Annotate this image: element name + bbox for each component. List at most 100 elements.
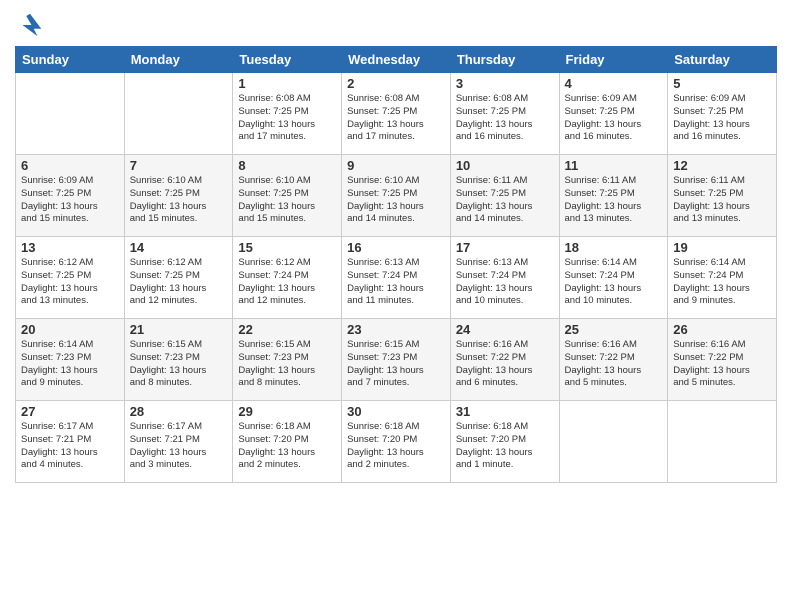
calendar-cell (668, 401, 777, 483)
day-info: Sunrise: 6:12 AM Sunset: 7:25 PM Dayligh… (130, 257, 228, 308)
calendar-cell: 20 Sunrise: 6:14 AM Sunset: 7:23 PM Dayli… (16, 319, 125, 401)
day-number: 4 (565, 76, 663, 91)
day-number: 9 (347, 158, 445, 173)
week-row-1: 6 Sunrise: 6:09 AM Sunset: 7:25 PM Daylig… (16, 155, 777, 237)
day-info: Sunrise: 6:09 AM Sunset: 7:25 PM Dayligh… (21, 175, 119, 226)
day-number: 29 (238, 404, 336, 419)
day-info: Sunrise: 6:09 AM Sunset: 7:25 PM Dayligh… (673, 93, 771, 144)
day-info: Sunrise: 6:13 AM Sunset: 7:24 PM Dayligh… (456, 257, 554, 308)
calendar-cell: 14 Sunrise: 6:12 AM Sunset: 7:25 PM Dayli… (124, 237, 233, 319)
day-number: 31 (456, 404, 554, 419)
day-info: Sunrise: 6:11 AM Sunset: 7:25 PM Dayligh… (456, 175, 554, 226)
header-thursday: Thursday (450, 47, 559, 73)
header-friday: Friday (559, 47, 668, 73)
day-number: 30 (347, 404, 445, 419)
day-info: Sunrise: 6:08 AM Sunset: 7:25 PM Dayligh… (347, 93, 445, 144)
calendar-cell: 17Sunrise: 6:13 AM Sunset: 7:24 PM Dayli… (450, 237, 559, 319)
logo (15, 10, 49, 40)
calendar-cell: 8Sunrise: 6:10 AM Sunset: 7:25 PM Daylig… (233, 155, 342, 237)
header-saturday: Saturday (668, 47, 777, 73)
day-number: 11 (565, 158, 663, 173)
day-number: 2 (347, 76, 445, 91)
day-info: Sunrise: 6:13 AM Sunset: 7:24 PM Dayligh… (347, 257, 445, 308)
day-info: Sunrise: 6:15 AM Sunset: 7:23 PM Dayligh… (347, 339, 445, 390)
day-number: 19 (673, 240, 771, 255)
day-info: Sunrise: 6:10 AM Sunset: 7:25 PM Dayligh… (238, 175, 336, 226)
day-number: 18 (565, 240, 663, 255)
calendar-cell: 2 Sunrise: 6:08 AM Sunset: 7:25 PM Daylig… (342, 73, 451, 155)
calendar-cell: 27Sunrise: 6:17 AM Sunset: 7:21 PM Dayli… (16, 401, 125, 483)
logo-icon (15, 10, 45, 40)
day-info: Sunrise: 6:16 AM Sunset: 7:22 PM Dayligh… (673, 339, 771, 390)
week-row-2: 13 Sunrise: 6:12 AM Sunset: 7:25 PM Dayli… (16, 237, 777, 319)
day-info: Sunrise: 6:14 AM Sunset: 7:23 PM Dayligh… (21, 339, 119, 390)
page-header (15, 10, 777, 40)
day-number: 5 (673, 76, 771, 91)
day-info: Sunrise: 6:16 AM Sunset: 7:22 PM Dayligh… (456, 339, 554, 390)
day-number: 28 (130, 404, 228, 419)
calendar-cell: 25 Sunrise: 6:16 AM Sunset: 7:22 PM Dayli… (559, 319, 668, 401)
day-number: 12 (673, 158, 771, 173)
day-number: 21 (130, 322, 228, 337)
calendar-cell: 18 Sunrise: 6:14 AM Sunset: 7:24 PM Dayli… (559, 237, 668, 319)
day-info: Sunrise: 6:18 AM Sunset: 7:20 PM Dayligh… (238, 421, 336, 472)
day-info: Sunrise: 6:18 AM Sunset: 7:20 PM Dayligh… (347, 421, 445, 472)
calendar-cell: 24 Sunrise: 6:16 AM Sunset: 7:22 PM Dayli… (450, 319, 559, 401)
day-number: 27 (21, 404, 119, 419)
day-number: 24 (456, 322, 554, 337)
calendar-table: SundayMondayTuesdayWednesdayThursdayFrid… (15, 46, 777, 483)
day-info: Sunrise: 6:14 AM Sunset: 7:24 PM Dayligh… (565, 257, 663, 308)
calendar-cell: 10 Sunrise: 6:11 AM Sunset: 7:25 PM Dayli… (450, 155, 559, 237)
day-number: 10 (456, 158, 554, 173)
day-info: Sunrise: 6:15 AM Sunset: 7:23 PM Dayligh… (238, 339, 336, 390)
day-number: 25 (565, 322, 663, 337)
day-number: 14 (130, 240, 228, 255)
day-info: Sunrise: 6:14 AM Sunset: 7:24 PM Dayligh… (673, 257, 771, 308)
calendar-cell: 30 Sunrise: 6:18 AM Sunset: 7:20 PM Dayli… (342, 401, 451, 483)
calendar-cell: 22 Sunrise: 6:15 AM Sunset: 7:23 PM Dayli… (233, 319, 342, 401)
calendar-cell: 4 Sunrise: 6:09 AM Sunset: 7:25 PM Daylig… (559, 73, 668, 155)
calendar-cell: 3 Sunrise: 6:08 AM Sunset: 7:25 PM Daylig… (450, 73, 559, 155)
day-number: 26 (673, 322, 771, 337)
day-number: 20 (21, 322, 119, 337)
day-info: Sunrise: 6:12 AM Sunset: 7:24 PM Dayligh… (238, 257, 336, 308)
day-info: Sunrise: 6:15 AM Sunset: 7:23 PM Dayligh… (130, 339, 228, 390)
calendar-cell: 15Sunrise: 6:12 AM Sunset: 7:24 PM Dayli… (233, 237, 342, 319)
calendar-cell: 6 Sunrise: 6:09 AM Sunset: 7:25 PM Daylig… (16, 155, 125, 237)
day-info: Sunrise: 6:18 AM Sunset: 7:20 PM Dayligh… (456, 421, 554, 472)
day-number: 22 (238, 322, 336, 337)
calendar-cell: 31 Sunrise: 6:18 AM Sunset: 7:20 PM Dayli… (450, 401, 559, 483)
day-info: Sunrise: 6:09 AM Sunset: 7:25 PM Dayligh… (565, 93, 663, 144)
day-info: Sunrise: 6:08 AM Sunset: 7:25 PM Dayligh… (456, 93, 554, 144)
calendar-cell: 29 Sunrise: 6:18 AM Sunset: 7:20 PM Dayli… (233, 401, 342, 483)
calendar-cell: 13 Sunrise: 6:12 AM Sunset: 7:25 PM Dayli… (16, 237, 125, 319)
day-number: 6 (21, 158, 119, 173)
calendar-cell: 7Sunrise: 6:10 AM Sunset: 7:25 PM Daylig… (124, 155, 233, 237)
calendar-cell: 16 Sunrise: 6:13 AM Sunset: 7:24 PM Dayli… (342, 237, 451, 319)
calendar-header: SundayMondayTuesdayWednesdayThursdayFrid… (16, 47, 777, 73)
header-wednesday: Wednesday (342, 47, 451, 73)
calendar-cell (124, 73, 233, 155)
day-info: Sunrise: 6:12 AM Sunset: 7:25 PM Dayligh… (21, 257, 119, 308)
day-info: Sunrise: 6:11 AM Sunset: 7:25 PM Dayligh… (673, 175, 771, 226)
calendar-cell: 23 Sunrise: 6:15 AM Sunset: 7:23 PM Dayli… (342, 319, 451, 401)
calendar-cell: 26 Sunrise: 6:16 AM Sunset: 7:22 PM Dayli… (668, 319, 777, 401)
day-number: 16 (347, 240, 445, 255)
calendar-body: 1Sunrise: 6:08 AM Sunset: 7:25 PM Daylig… (16, 73, 777, 483)
calendar-cell: 28 Sunrise: 6:17 AM Sunset: 7:21 PM Dayli… (124, 401, 233, 483)
header-monday: Monday (124, 47, 233, 73)
day-number: 13 (21, 240, 119, 255)
header-row: SundayMondayTuesdayWednesdayThursdayFrid… (16, 47, 777, 73)
calendar-cell: 21 Sunrise: 6:15 AM Sunset: 7:23 PM Dayli… (124, 319, 233, 401)
calendar-cell: 12 Sunrise: 6:11 AM Sunset: 7:25 PM Dayli… (668, 155, 777, 237)
calendar-cell (559, 401, 668, 483)
week-row-0: 1Sunrise: 6:08 AM Sunset: 7:25 PM Daylig… (16, 73, 777, 155)
day-info: Sunrise: 6:16 AM Sunset: 7:22 PM Dayligh… (565, 339, 663, 390)
day-number: 23 (347, 322, 445, 337)
day-info: Sunrise: 6:17 AM Sunset: 7:21 PM Dayligh… (130, 421, 228, 472)
day-info: Sunrise: 6:11 AM Sunset: 7:25 PM Dayligh… (565, 175, 663, 226)
calendar-cell: 19 Sunrise: 6:14 AM Sunset: 7:24 PM Dayli… (668, 237, 777, 319)
day-number: 3 (456, 76, 554, 91)
header-tuesday: Tuesday (233, 47, 342, 73)
week-row-4: 27 Sunrise: 6:17 AM Sunset: 7:21 PM Dayli… (16, 401, 777, 483)
